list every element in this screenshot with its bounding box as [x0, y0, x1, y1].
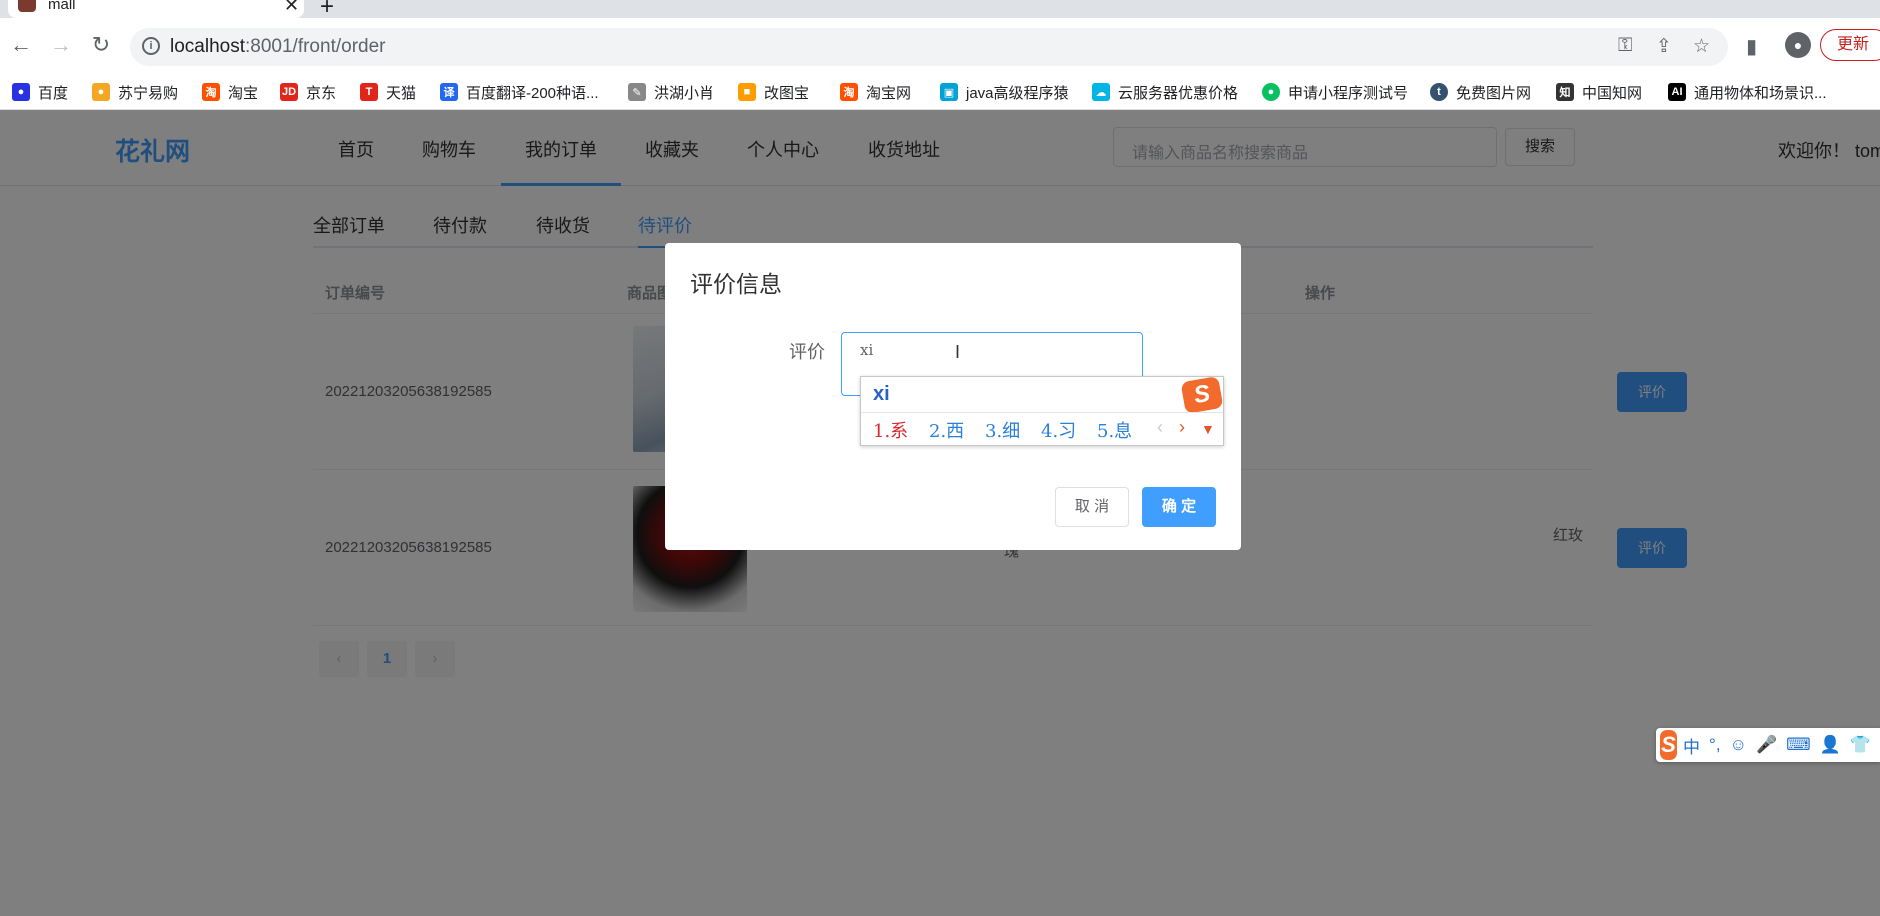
jd-icon: JD: [280, 83, 298, 101]
ime-candidate[interactable]: 1.系: [873, 417, 908, 443]
browser-toolbar: ← → ↻ i localhost:8001/front/order ⚿ ⇪ ☆…: [0, 18, 1880, 74]
keyboard-icon[interactable]: ⌨: [1786, 735, 1811, 755]
taobao-icon: 淘: [202, 83, 220, 101]
bookmark-item[interactable]: 译百度翻译-200种语...: [440, 80, 599, 104]
bookmark-item[interactable]: ● 申请小程序测试号: [1262, 80, 1408, 104]
bookmark-item[interactable]: t 免费图片网: [1430, 80, 1531, 104]
taobao-icon: 淘: [840, 83, 858, 101]
bookmark-item[interactable]: AI 通用物体和场景识...: [1668, 80, 1827, 104]
microphone-icon[interactable]: 🎤: [1756, 735, 1777, 755]
ai-icon: AI: [1668, 83, 1686, 101]
key-icon[interactable]: ⚿: [1618, 35, 1632, 57]
tmall-icon: T: [360, 83, 378, 101]
bookmark-item[interactable]: T 天猫: [360, 80, 416, 104]
gaitubao-icon: ■: [738, 83, 756, 101]
ime-candidate[interactable]: 3.细: [985, 417, 1020, 443]
close-icon[interactable]: ✕: [284, 0, 299, 16]
sogou-logo-icon[interactable]: S: [1660, 730, 1678, 760]
emoji-icon[interactable]: ☺: [1730, 735, 1747, 755]
user-icon[interactable]: 👤: [1820, 735, 1841, 755]
ime-candidate[interactable]: 4.习: [1041, 417, 1076, 443]
browser-tabstrip: mall ✕ +: [0, 0, 1880, 20]
bilibili-icon: ▣: [940, 83, 958, 101]
ime-candidate[interactable]: 2.西: [929, 417, 964, 443]
profile-icon[interactable]: ●: [1785, 32, 1811, 58]
cancel-button[interactable]: 取 消: [1055, 487, 1129, 527]
ime-candidate[interactable]: 5.息: [1097, 417, 1132, 443]
back-icon[interactable]: ←: [8, 32, 34, 58]
confirm-button[interactable]: 确 定: [1142, 487, 1216, 527]
sogou-logo-icon: S: [1180, 375, 1224, 415]
update-button[interactable]: 更新: [1820, 29, 1880, 61]
address-bar[interactable]: i localhost:8001/front/order ⚿ ⇪ ☆: [130, 28, 1728, 66]
cloud-icon: ☁: [1092, 83, 1110, 101]
star-icon[interactable]: ☆: [1693, 35, 1710, 58]
ime-prev-icon[interactable]: ‹: [1157, 417, 1163, 438]
chinese-mode-icon[interactable]: 中: [1683, 733, 1700, 758]
cnki-icon: 知: [1556, 83, 1574, 101]
ime-status-bar: S 中 °, ☺ 🎤 ⌨ 👤 👕: [1656, 728, 1880, 762]
text-cursor-icon: I: [955, 342, 961, 362]
bookmark-item[interactable]: 知中国知网: [1556, 80, 1642, 104]
ime-divider: [861, 412, 1223, 413]
reload-icon[interactable]: ↻: [88, 32, 114, 58]
punctuation-icon[interactable]: °,: [1709, 735, 1721, 755]
bookmarks-bar: ● 百度 ● 苏宁易购 淘淘宝 JD 京东 T 天猫 译百度翻译-200种语... ✎ 洪…: [0, 74, 1880, 110]
wechat-icon: ●: [1262, 83, 1280, 101]
browser-tab[interactable]: mall ✕: [8, 0, 304, 18]
tab-favicon: [18, 0, 36, 12]
bookmark-item[interactable]: 淘淘宝: [202, 80, 258, 104]
ime-next-icon[interactable]: ›: [1179, 417, 1185, 438]
forward-icon[interactable]: →: [48, 32, 74, 58]
bookmark-item[interactable]: 淘淘宝网: [840, 80, 911, 104]
sidepanel-icon[interactable]: ▮: [1746, 34, 1757, 59]
tab-title: mall: [48, 0, 76, 13]
bookmark-item[interactable]: ✎ 洪湖小肖: [628, 80, 714, 104]
ime-expand-icon[interactable]: ▼: [1201, 421, 1215, 437]
share-icon[interactable]: ⇪: [1656, 35, 1672, 58]
feather-icon: ✎: [628, 83, 646, 101]
ime-candidate-window: xi S 1.系 2.西 3.细 4.习 5.息 ‹ › ▼: [860, 375, 1224, 446]
bookmark-item[interactable]: ● 苏宁易购: [92, 80, 178, 104]
review-label: 评价: [789, 342, 825, 362]
bookmark-item[interactable]: ● 百度: [12, 80, 68, 104]
ime-composition: xi: [873, 383, 890, 405]
suning-icon: ●: [92, 83, 110, 101]
bookmark-item[interactable]: ☁ 云服务器优惠价格: [1092, 80, 1238, 104]
info-icon[interactable]: i: [142, 37, 160, 55]
bookmark-item[interactable]: ▣ java高级程序猿: [940, 80, 1069, 104]
translate-icon: 译: [440, 83, 458, 101]
dialog-title: 评价信息: [690, 271, 782, 297]
bookmark-item[interactable]: JD 京东: [280, 80, 336, 104]
skin-icon[interactable]: 👕: [1850, 735, 1871, 755]
bookmark-item[interactable]: ■ 改图宝: [738, 80, 809, 104]
url-text: localhost:8001/front/order: [170, 36, 386, 57]
tumblr-icon: t: [1430, 83, 1448, 101]
baidu-icon: ●: [12, 83, 30, 101]
page: 花礼网 首页 购物车 我的订单 收藏夹 个人中心 收货地址 请输入商品名称搜索商…: [0, 110, 1880, 916]
